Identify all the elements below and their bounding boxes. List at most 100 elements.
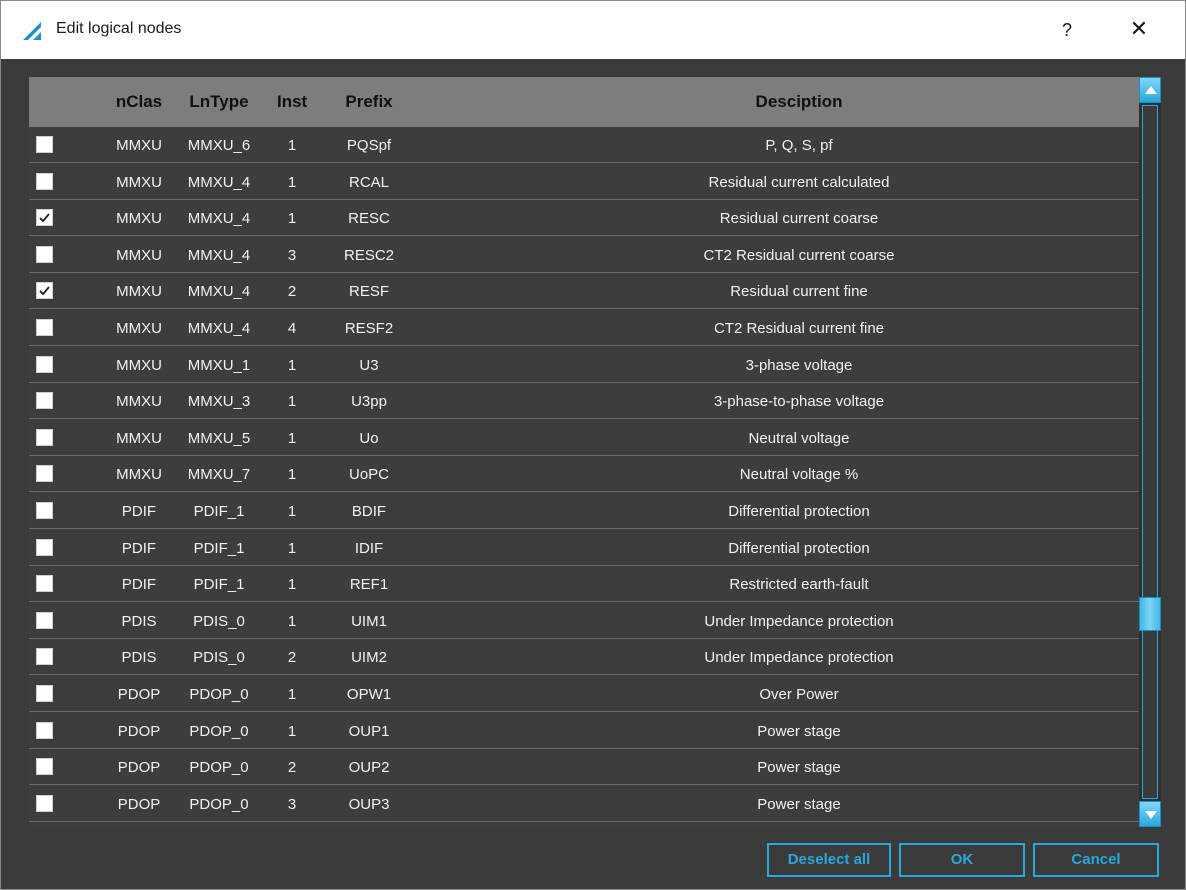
cell-nclass: PDOP (117, 759, 161, 777)
table-row[interactable]: PDIS PDIS_0 1 UIM1 Under Impedance protectio… (29, 603, 1139, 639)
checkbox[interactable] (36, 502, 53, 519)
table-row[interactable]: PDIF PDIF_1 1 BDIF Differential protection (29, 493, 1139, 529)
checkbox[interactable] (36, 319, 53, 336)
cell-inst: 1 (287, 173, 297, 191)
cell-prefix: U3pp (351, 393, 387, 411)
cell-nclass: MMXU (116, 137, 162, 154)
cell-nclass: PDIS (121, 649, 157, 667)
cell-inst: 1 (287, 612, 297, 630)
cancel-button[interactable]: Cancel (1033, 843, 1159, 877)
cell-nclass: MMXU (116, 320, 162, 337)
cell-inst: 3 (287, 246, 297, 264)
checkbox[interactable] (36, 685, 53, 702)
cell-description: P, Q, S, pf (765, 137, 833, 154)
cell-lntype: PDIF_1 (193, 539, 245, 557)
app-logo-icon (23, 22, 41, 40)
cell-nclass: MMXU (116, 393, 162, 411)
table-row[interactable]: MMXU MMXU_6 1 PQSpf P, Q, S, pf (29, 127, 1139, 163)
table-row[interactable]: MMXU MMXU_4 2 RESF Residual current fine (29, 273, 1139, 310)
table-row[interactable]: MMXU MMXU_4 4 RESF2 CT2 Residual current fin… (29, 310, 1139, 346)
table-row[interactable]: MMXU MMXU_4 1 RCAL Residual current calculat… (29, 164, 1139, 200)
checkbox[interactable] (36, 428, 53, 446)
cell-description: Under Impedance protection (704, 649, 894, 667)
cell-lntype: PDOP_0 (189, 722, 249, 740)
table-header: nClas LnType Inst Prefix Desciption (29, 77, 1139, 127)
scrollbar-thumb[interactable] (1139, 597, 1161, 631)
cell-nclass: MMXU (116, 466, 162, 484)
table-row[interactable]: MMXU MMXU_1 1 U3 3-phase voltage (29, 347, 1139, 383)
cell-nclass: PDOP (117, 722, 161, 740)
checkbox[interactable] (36, 575, 53, 593)
table-row[interactable]: MMXU MMXU_4 1 RESC Residual current coarse (29, 200, 1139, 237)
table-row[interactable]: MMXU MMXU_7 1 UoPC Neutral voltage % (29, 456, 1139, 493)
column-header-inst[interactable]: Inst (277, 92, 307, 112)
table-row[interactable]: PDIS PDIS_0 2 UIM2 Under Impedance protectio… (29, 639, 1139, 676)
scroll-down-arrow-icon[interactable] (1139, 801, 1161, 827)
cell-prefix: OUP1 (348, 722, 390, 740)
checkbox[interactable] (36, 245, 53, 263)
cell-prefix: U3 (359, 356, 379, 374)
cell-description: Restricted earth-fault (729, 576, 869, 594)
checkbox[interactable] (36, 136, 53, 153)
table-row[interactable]: PDOP PDOP_0 2 OUP2 Power stage (29, 749, 1139, 786)
ok-button[interactable]: OK (899, 843, 1025, 877)
cell-inst: 1 (287, 466, 297, 484)
column-header-description[interactable]: Desciption (549, 92, 1049, 112)
cell-lntype: MMXU_1 (187, 356, 251, 374)
column-header-nclass[interactable]: nClas (99, 92, 179, 112)
cell-description: Power stage (757, 759, 841, 777)
scrollbar-groove[interactable] (1142, 105, 1158, 799)
cell-lntype: PDOP_0 (189, 795, 249, 813)
cell-description: Differential protection (728, 539, 870, 557)
cell-prefix: UIM1 (351, 612, 387, 630)
cell-description: Residual current calculated (708, 173, 890, 191)
vertical-scrollbar[interactable] (1139, 77, 1161, 827)
cell-nclass: PDIF (121, 539, 157, 557)
checkbox[interactable] (36, 648, 53, 666)
cell-lntype: PDOP_0 (189, 686, 249, 703)
cell-description: Power stage (757, 722, 841, 740)
checkbox[interactable] (36, 611, 53, 629)
table-row[interactable]: MMXU MMXU_3 1 U3pp 3-phase-to-phase voltage (29, 383, 1139, 420)
table-row[interactable]: PDIF PDIF_1 1 IDIF Differential protection (29, 530, 1139, 566)
dialog-window: Edit logical nodes ? ✕ nClas LnType Inst… (0, 0, 1186, 890)
checkbox-checked[interactable] (36, 282, 53, 300)
checkbox[interactable] (36, 172, 53, 190)
column-header-lntype[interactable]: LnType (179, 92, 259, 112)
cell-lntype: MMXU_3 (187, 393, 251, 411)
cell-prefix: Uo (359, 429, 379, 447)
cell-nclass: PDOP (117, 795, 161, 813)
deselect-all-button[interactable]: Deselect all (767, 843, 891, 877)
checkbox[interactable] (36, 538, 53, 556)
table-row[interactable]: PDOP PDOP_0 3 OUP3 Power stage (29, 786, 1139, 822)
cell-inst: 1 (287, 210, 297, 228)
checkbox[interactable] (36, 392, 53, 410)
logical-nodes-table: nClas LnType Inst Prefix Desciption MMXU… (29, 77, 1139, 827)
table-row[interactable]: MMXU MMXU_5 1 Uo Neutral voltage (29, 420, 1139, 456)
column-header-prefix[interactable]: Prefix (329, 92, 409, 112)
cell-description: Neutral voltage (748, 429, 850, 447)
cell-prefix: RESF (348, 283, 389, 301)
table-row[interactable]: PDOP PDOP_0 1 OPW1 Over Power (29, 676, 1139, 712)
checkbox[interactable] (36, 721, 53, 739)
scroll-up-arrow-icon[interactable] (1139, 77, 1161, 103)
cell-lntype: MMXU_4 (187, 173, 251, 191)
checkbox[interactable] (36, 355, 53, 373)
cell-prefix: UIM2 (351, 649, 387, 667)
checkbox[interactable] (36, 758, 53, 776)
cell-inst: 1 (287, 576, 297, 594)
table-row[interactable]: PDIF PDIF_1 1 REF1 Restricted earth-fault (29, 566, 1139, 603)
table-row[interactable]: PDOP PDOP_0 1 OUP1 Power stage (29, 713, 1139, 749)
cell-nclass: PDOP (117, 686, 161, 703)
checkbox[interactable] (36, 465, 53, 483)
cell-prefix: RCAL (348, 173, 389, 191)
checkbox[interactable] (36, 794, 53, 812)
help-button[interactable]: ? (1053, 16, 1081, 44)
cell-nclass: MMXU (116, 210, 162, 228)
cell-prefix: BDIF (351, 503, 387, 520)
checkbox-checked[interactable] (36, 209, 53, 227)
cell-inst: 1 (287, 722, 297, 740)
table-row[interactable]: MMXU MMXU_4 3 RESC2 CT2 Residual current coa… (29, 237, 1139, 273)
close-button[interactable]: ✕ (1121, 16, 1157, 44)
cell-inst: 2 (287, 283, 297, 301)
